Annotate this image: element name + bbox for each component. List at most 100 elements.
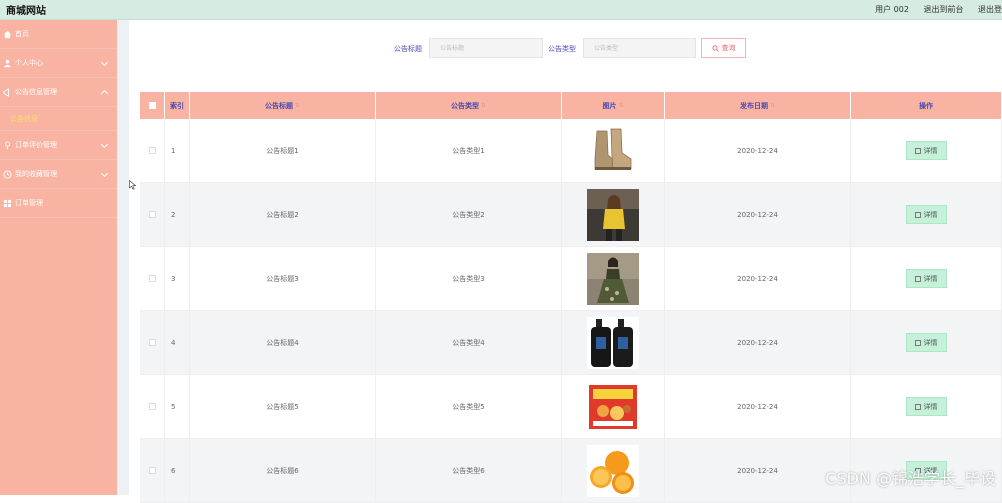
- detail-icon: [914, 403, 921, 410]
- detail-button-label: 详情: [923, 338, 938, 347]
- sidebar-item-order-review[interactable]: 订单评价管理: [0, 131, 117, 160]
- sidebar-subitem-notice-info[interactable]: 公告信息: [0, 107, 117, 131]
- row-checkbox[interactable]: [148, 403, 156, 410]
- row-checkbox[interactable]: [148, 147, 156, 154]
- header-label: 操作: [919, 101, 933, 110]
- row-image-cell: [562, 439, 665, 502]
- search-button-label: 查询: [721, 44, 736, 52]
- column-header-actions: 操作: [851, 92, 1002, 119]
- logout-link[interactable]: 退出登: [978, 5, 1002, 14]
- header-label: 索引: [170, 101, 184, 110]
- row-date: 2020-12-24: [665, 375, 851, 438]
- row-checkbox[interactable]: [148, 339, 156, 346]
- main-content: 公告标题 公告类型 查询 索引 公告标题⇅ 公告类型⇅ 图片⇅ 发布日期⇅ 操作…: [129, 20, 1002, 503]
- row-type: 公告类型1: [376, 119, 562, 182]
- sidebar: 首页 个人中心 公告信息管理 公告信息 订单评价管理 我的收藏管理 订单管理: [0, 20, 117, 495]
- detail-icon: [914, 339, 921, 346]
- row-index: 2: [165, 183, 190, 246]
- row-checkbox-cell: [140, 183, 165, 246]
- column-header-index[interactable]: 索引: [165, 92, 190, 119]
- type-search-input[interactable]: [583, 38, 696, 58]
- top-nav: 用户 002 退出到前台 退出登: [863, 4, 1002, 15]
- title-search-label: 公告标题: [394, 45, 422, 53]
- snack-box-image: [587, 380, 639, 433]
- detail-button-label: 详情: [923, 402, 938, 411]
- row-type: 公告类型2: [376, 183, 562, 246]
- row-checkbox-cell: [140, 119, 165, 182]
- exit-to-front-link[interactable]: 退出到前台: [923, 5, 963, 14]
- row-date: 2020-12-24: [665, 119, 851, 182]
- search-button[interactable]: 查询: [701, 38, 746, 58]
- sort-icon: ⇅: [294, 102, 301, 109]
- sidebar-item-home[interactable]: 首页: [0, 20, 117, 49]
- column-header-image[interactable]: 图片 ⇅: [562, 92, 665, 119]
- sidebar-item-profile[interactable]: 个人中心: [0, 49, 117, 78]
- row-date: 2020-12-24: [665, 183, 851, 246]
- row-actions: 详情: [851, 183, 1002, 246]
- megaphone-icon: [3, 87, 9, 97]
- table-row: 1 公告标题1 公告类型1 2020-12-24 详情: [140, 119, 1002, 183]
- table-row: 3 公告标题3 公告类型3 2020-12-24 详情: [140, 247, 1002, 311]
- row-type: 公告类型4: [376, 311, 562, 374]
- site-title: 商城网站: [6, 6, 46, 17]
- row-checkbox[interactable]: [148, 467, 156, 474]
- header-label: 公告类型: [450, 101, 479, 110]
- row-checkbox-cell: [140, 439, 165, 502]
- oranges-image: [587, 444, 639, 497]
- clock-icon: [3, 169, 12, 179]
- row-index: 1: [165, 119, 190, 182]
- row-checkbox-cell: [140, 375, 165, 438]
- row-checkbox[interactable]: [148, 275, 156, 282]
- row-actions: 详情: [851, 311, 1002, 374]
- watermark: CSDN @锦浩学长_毕设: [825, 469, 996, 488]
- search-bar: 公告标题 公告类型 查询: [129, 38, 1002, 60]
- column-header-type[interactable]: 公告类型 ⇅: [376, 92, 562, 119]
- woman-green-image: [587, 252, 639, 305]
- title-search-input[interactable]: [429, 38, 543, 58]
- sidebar-item-notice-management[interactable]: 公告信息管理: [0, 78, 117, 107]
- column-header-date[interactable]: 发布日期 ⇅: [665, 92, 851, 119]
- detail-icon: [914, 275, 921, 282]
- row-image-cell: [562, 311, 665, 374]
- detail-button-label: 详情: [923, 210, 938, 219]
- select-all-checkbox[interactable]: [148, 102, 156, 109]
- sidebar-item-label: 个人中心: [15, 59, 43, 67]
- detail-button[interactable]: 详情: [905, 397, 947, 416]
- table-row: 5 公告标题5 公告类型5 2020-12-24 详情: [140, 375, 1002, 439]
- table-row: 4 公告标题4 公告类型4 2020-12-24 详情: [140, 311, 1002, 375]
- row-checkbox-cell: [140, 247, 165, 310]
- sidebar-item-label: 首页: [15, 30, 29, 38]
- row-title: 公告标题3: [190, 247, 376, 310]
- row-actions: 详情: [851, 247, 1002, 310]
- pin-icon: [4, 141, 11, 150]
- row-checkbox[interactable]: [148, 211, 156, 218]
- sidebar-item-orders[interactable]: 订单管理: [0, 189, 117, 218]
- table-header: 索引 公告标题 ⇅ 公告类型 ⇅ 图片 ⇅ 发布日期 ⇅ 操作: [140, 92, 1002, 119]
- row-date: 2020-12-24: [665, 247, 851, 310]
- row-type: 公告类型5: [376, 375, 562, 438]
- sidebar-scroll-strip: [117, 20, 129, 495]
- detail-button[interactable]: 详情: [905, 333, 947, 352]
- detail-button[interactable]: 详情: [905, 141, 947, 160]
- detail-button[interactable]: 详情: [905, 205, 947, 224]
- mouse-cursor-icon: [129, 180, 137, 190]
- row-date: 2020-12-24: [665, 311, 851, 374]
- home-icon: [3, 30, 12, 38]
- sort-icon: ⇅: [480, 102, 487, 109]
- row-image-cell: [562, 119, 665, 182]
- row-type: 公告类型6: [376, 439, 562, 502]
- row-index: 5: [165, 375, 190, 438]
- notice-table: 索引 公告标题 ⇅ 公告类型 ⇅ 图片 ⇅ 发布日期 ⇅ 操作 1 公告标题1 公告类型…: [140, 92, 1002, 503]
- row-image-cell: [562, 375, 665, 438]
- row-image-cell: [562, 183, 665, 246]
- select-all-cell: [140, 92, 165, 119]
- header-label: 发布日期: [739, 101, 768, 110]
- sidebar-item-favorites[interactable]: 我的收藏管理: [0, 160, 117, 189]
- row-image-cell: [562, 247, 665, 310]
- row-index: 4: [165, 311, 190, 374]
- detail-button[interactable]: 详情: [905, 269, 947, 288]
- woman-yellow-image: [587, 188, 639, 241]
- chevron-down-icon: [100, 140, 109, 149]
- search-icon: [711, 44, 719, 52]
- column-header-title[interactable]: 公告标题 ⇅: [190, 92, 376, 119]
